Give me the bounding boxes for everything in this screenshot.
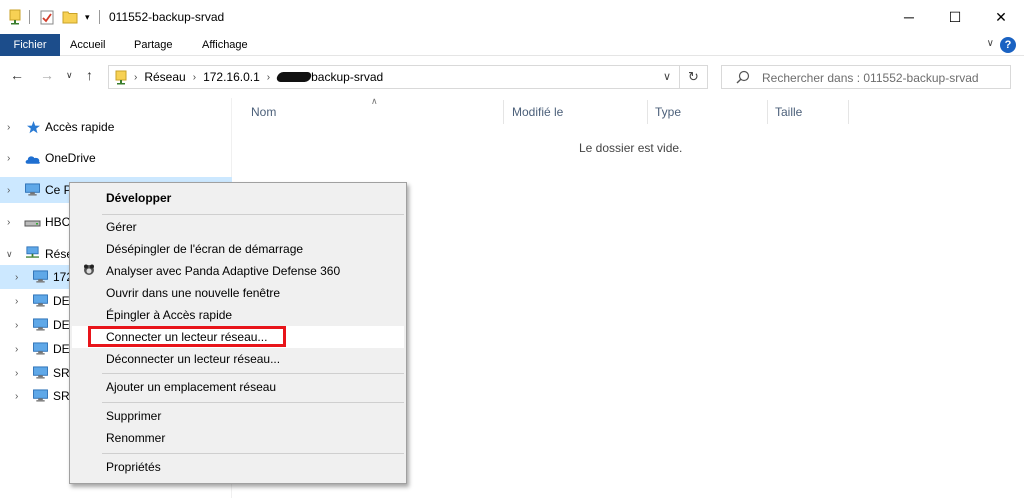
- network-icon: [26, 246, 39, 258]
- menu-item-delete[interactable]: Supprimer: [72, 405, 404, 427]
- menu-item-properties[interactable]: Propriétés: [72, 456, 404, 478]
- refresh-icon[interactable]: ↻: [679, 66, 707, 88]
- tab-accueil[interactable]: Accueil: [60, 34, 115, 56]
- window-title: 011552-backup-srvad: [109, 10, 225, 24]
- computer-icon: [25, 183, 40, 196]
- chevron-right-icon[interactable]: ›: [15, 368, 18, 379]
- chevron-right-icon[interactable]: ›: [7, 153, 10, 164]
- close-button[interactable]: ✕: [978, 0, 1024, 34]
- computer-icon: [33, 318, 48, 331]
- chevron-right-icon[interactable]: ›: [193, 72, 196, 83]
- chevron-right-icon[interactable]: ›: [7, 217, 10, 228]
- panda-shield-icon: [84, 264, 94, 275]
- nav-item-label: Ce P: [45, 183, 72, 197]
- menu-item-manage[interactable]: Gérer: [72, 216, 404, 238]
- redacted-text: [275, 72, 313, 82]
- chevron-right-icon[interactable]: ›: [15, 391, 18, 402]
- column-header-size[interactable]: Taille: [775, 105, 802, 131]
- empty-folder-message: Le dossier est vide.: [579, 141, 683, 155]
- breadcrumb-reseau[interactable]: Réseau: [144, 70, 185, 84]
- search-icon: [736, 70, 750, 84]
- customize-toolbar-icon[interactable]: ▾: [85, 8, 90, 26]
- chevron-right-icon[interactable]: ›: [15, 272, 18, 283]
- tab-affichage[interactable]: Affichage: [192, 34, 258, 56]
- tab-partage[interactable]: Partage: [124, 34, 183, 56]
- highlight-annotation: [88, 326, 286, 347]
- tab-fichier[interactable]: Fichier: [0, 34, 60, 56]
- address-bar[interactable]: › Réseau › 172.16.0.1 › backup-srvad ∨ ↻: [108, 65, 708, 89]
- recent-locations-icon[interactable]: ∨: [66, 70, 73, 81]
- menu-item-add-network-location[interactable]: Ajouter un emplacement réseau: [72, 376, 404, 398]
- menu-item-open-new-window[interactable]: Ouvrir dans une nouvelle fenêtre: [72, 282, 404, 304]
- column-header-name[interactable]: Nom: [251, 105, 276, 131]
- menu-item-disconnect-network-drive[interactable]: Déconnecter un lecteur réseau...: [72, 348, 404, 370]
- properties-icon[interactable]: [40, 8, 54, 26]
- back-arrow-icon[interactable]: ←: [10, 67, 24, 83]
- network-folder-icon: [8, 8, 22, 26]
- computer-icon: [33, 294, 48, 307]
- new-folder-icon[interactable]: [62, 8, 78, 26]
- maximize-button[interactable]: ☐: [932, 0, 978, 34]
- chevron-right-icon[interactable]: ›: [15, 296, 18, 307]
- address-row: ← → ∨ ↑ › Réseau › 172.16.0.1 › backup-s…: [0, 56, 1024, 98]
- computer-icon: [33, 366, 48, 379]
- menu-item-scan-panda[interactable]: Analyser avec Panda Adaptive Defense 360: [72, 260, 404, 282]
- menu-item-pin-quick-access[interactable]: Épingler à Accès rapide: [72, 304, 404, 326]
- chevron-right-icon[interactable]: ›: [7, 185, 10, 196]
- computer-icon: [33, 270, 48, 283]
- nav-item-label: OneDrive: [45, 151, 96, 165]
- chevron-down-icon[interactable]: ∨: [6, 249, 13, 260]
- address-dropdown-icon[interactable]: ∨: [663, 70, 671, 83]
- breadcrumb-share[interactable]: backup-srvad: [311, 70, 383, 84]
- computer-icon: [33, 389, 48, 402]
- sort-ascending-icon: ∧: [371, 96, 378, 106]
- breadcrumb-ip[interactable]: 172.16.0.1: [203, 70, 260, 84]
- column-header-modified[interactable]: Modifié le: [512, 105, 563, 131]
- nav-item-onedrive[interactable]: › OneDrive: [0, 145, 232, 171]
- forward-arrow-icon[interactable]: →: [40, 67, 54, 83]
- chevron-right-icon[interactable]: ›: [134, 72, 137, 83]
- chevron-right-icon[interactable]: ›: [7, 122, 10, 133]
- title-bar: ▾ 011552-backup-srvad ─ ☐ ✕: [0, 0, 1024, 34]
- expand-ribbon-icon[interactable]: ∨: [987, 38, 994, 49]
- help-button[interactable]: ?: [1000, 37, 1016, 53]
- nav-item-label: HBC: [45, 215, 71, 229]
- ribbon-tabs: Fichier Accueil Partage Affichage ∨ ?: [0, 34, 1024, 56]
- up-arrow-icon[interactable]: ↑: [86, 67, 93, 83]
- network-location-icon: [115, 70, 127, 85]
- chevron-right-icon[interactable]: ›: [267, 72, 270, 83]
- nav-item-label: Accès rapide: [45, 120, 115, 134]
- chevron-right-icon[interactable]: ›: [15, 344, 18, 355]
- cloud-icon: [25, 156, 40, 164]
- menu-item-rename[interactable]: Renommer: [72, 427, 404, 449]
- search-box[interactable]: Rechercher dans : 011552-backup-srvad: [721, 65, 1011, 89]
- star-icon: [27, 121, 40, 134]
- menu-item-unpin-start[interactable]: Désépingler de l'écran de démarrage: [72, 238, 404, 260]
- search-placeholder: Rechercher dans : 011552-backup-srvad: [762, 71, 979, 85]
- minimize-button[interactable]: ─: [886, 0, 932, 34]
- chevron-right-icon[interactable]: ›: [15, 320, 18, 331]
- nav-item-quick-access[interactable]: › Accès rapide: [0, 114, 232, 140]
- column-header-type[interactable]: Type: [655, 105, 681, 131]
- drive-icon: [24, 220, 41, 227]
- menu-item-expand[interactable]: Développer: [72, 187, 404, 209]
- computer-icon: [33, 342, 48, 355]
